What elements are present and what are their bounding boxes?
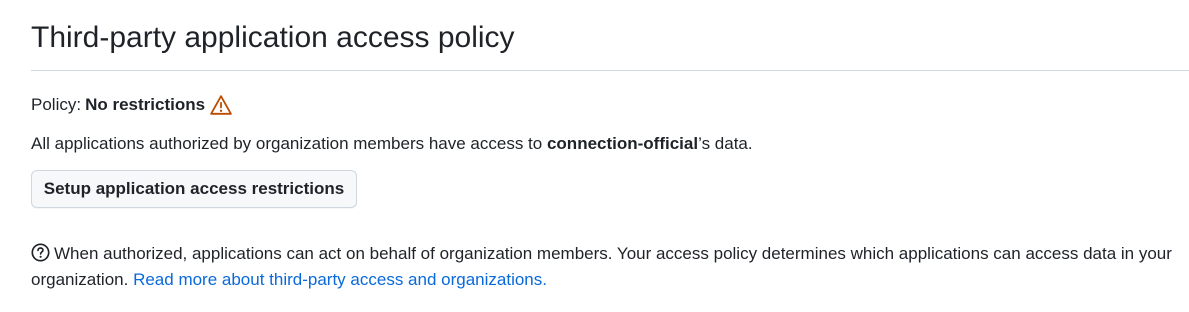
description-suffix: ’s data.: [698, 134, 753, 153]
page-title: Third-party application access policy: [31, 21, 515, 54]
help-note: When authorized, applications can act on…: [31, 241, 1181, 293]
question-icon: [31, 243, 50, 262]
alert-icon: [210, 94, 232, 116]
description-prefix: All applications authorized by organizat…: [31, 134, 543, 153]
third-party-access-docs-link[interactable]: Read more about third-party access and o…: [133, 270, 547, 289]
policy-status: Policy: No restrictions: [31, 93, 232, 117]
policy-label: Policy:: [31, 95, 82, 114]
policy-description: All applications authorized by organizat…: [31, 132, 753, 156]
title-divider: [31, 70, 1189, 71]
third-party-access-policy-page: Third-party application access policy Po…: [0, 0, 1189, 312]
policy-value: No restrictions: [85, 95, 206, 114]
setup-access-restrictions-button[interactable]: Setup application access restrictions: [31, 170, 357, 208]
organization-name: connection-official: [546, 134, 699, 153]
